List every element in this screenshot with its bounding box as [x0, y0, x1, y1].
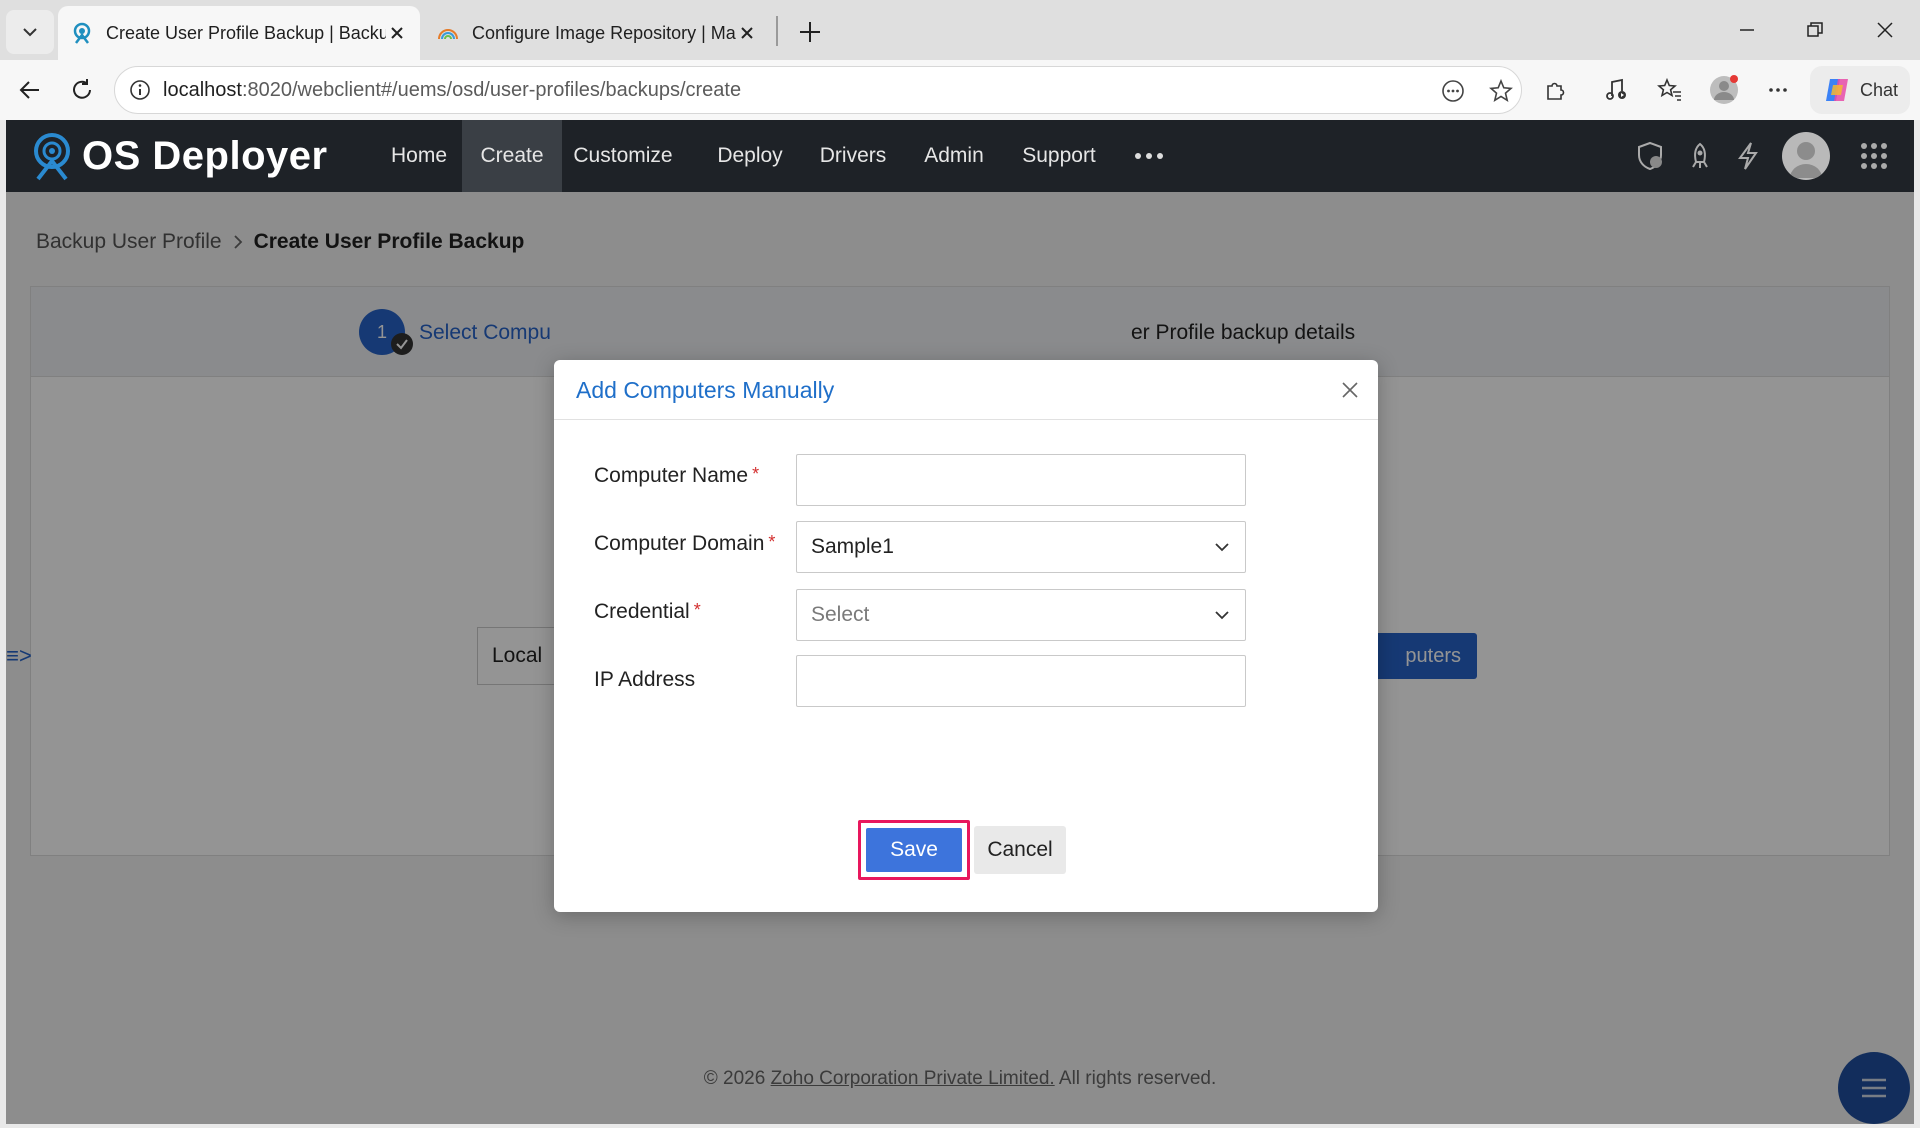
reload-icon	[73, 79, 91, 99]
tab-title: Configure Image Repository | Manage	[472, 22, 736, 43]
os-deployer-logo-icon	[34, 133, 70, 181]
ip-address-label: IP Address	[594, 668, 696, 691]
url-text: localhost:8020/webclient#/uems/osd/user-…	[163, 79, 741, 102]
site-info-icon[interactable]	[125, 75, 155, 105]
computer-name-label: Computer Name *	[594, 464, 759, 488]
ip-address-input[interactable]	[796, 655, 1246, 707]
plus-icon	[800, 22, 820, 42]
tab-actions-button[interactable]	[6, 10, 54, 54]
computer-domain-value: Sample1	[811, 535, 894, 558]
app-logo-text: OS Deployer	[82, 133, 328, 178]
browser-tab-bar: Create User Profile Backup | Backup Conf…	[0, 0, 1920, 60]
more-horizontal-icon	[1769, 88, 1787, 92]
nav-customize[interactable]: Customize	[568, 120, 678, 192]
url-path: :8020/webclient#/uems/osd/user-profiles/…	[241, 79, 742, 101]
profile-button[interactable]	[1704, 70, 1744, 110]
app-grid-icon[interactable]	[1854, 136, 1894, 176]
nav-admin[interactable]: Admin	[914, 120, 994, 192]
dialog-header: Add Computers Manually	[554, 360, 1378, 420]
chat-label: Chat	[1860, 79, 1899, 100]
required-marker: *	[768, 532, 776, 552]
back-button[interactable]	[10, 70, 50, 110]
arrow-left-icon	[19, 81, 39, 99]
copilot-chat-button[interactable]: Chat	[1810, 66, 1910, 114]
required-marker: *	[752, 464, 760, 484]
tab-close-icon[interactable]	[736, 22, 758, 44]
app-logo[interactable]: OS Deployer	[28, 130, 328, 182]
puzzle-icon	[1547, 82, 1565, 100]
cancel-button[interactable]: Cancel	[974, 826, 1066, 874]
os-deployer-favicon-icon	[73, 22, 91, 44]
music-note-icon	[1606, 78, 1626, 100]
credential-label: Credential *	[594, 600, 701, 624]
chevron-down-icon	[1215, 543, 1229, 552]
computer-domain-label: Computer Domain *	[594, 532, 775, 556]
computer-name-label-text: Computer Name	[594, 464, 749, 487]
new-tab-button[interactable]	[790, 12, 830, 52]
extensions-button[interactable]	[1536, 70, 1576, 110]
restore-window-button[interactable]	[1790, 8, 1840, 52]
close-icon	[1877, 22, 1893, 38]
lightning-icon[interactable]	[1728, 136, 1768, 176]
credential-label-text: Credential	[594, 600, 690, 623]
add-computers-dialog: Add Computers Manually Computer Name * Co…	[554, 360, 1378, 912]
profile-avatar-icon	[1710, 75, 1738, 104]
browser-tab-inactive[interactable]: Configure Image Repository | Manage	[424, 6, 770, 60]
settings-more-button[interactable]	[1758, 70, 1798, 110]
reload-button[interactable]	[62, 70, 102, 110]
rocket-icon[interactable]	[1680, 136, 1720, 176]
chevron-down-icon	[23, 28, 37, 37]
browser-tab-active[interactable]: Create User Profile Backup | Backup	[58, 6, 420, 60]
address-bar[interactable]: localhost:8020/webclient#/uems/osd/user-…	[114, 66, 1522, 114]
save-button[interactable]: Save	[866, 828, 962, 872]
favorite-star-icon[interactable]	[1485, 75, 1517, 107]
close-window-button[interactable]	[1860, 8, 1910, 52]
security-shield-icon[interactable]	[1630, 136, 1670, 176]
nav-more-icon[interactable]	[1124, 120, 1174, 192]
favorites-button[interactable]	[1650, 70, 1690, 110]
tab-close-icon[interactable]	[386, 22, 408, 44]
favorites-list-icon	[1657, 77, 1681, 101]
copilot-icon	[1826, 79, 1848, 101]
dialog-title: Add Computers Manually	[576, 377, 835, 403]
minimize-icon	[1740, 29, 1754, 31]
nav-support[interactable]: Support	[1014, 120, 1104, 192]
computer-domain-select[interactable]: Sample1	[796, 521, 1246, 573]
nav-deploy[interactable]: Deploy	[706, 120, 794, 192]
rainbow-favicon-icon	[438, 29, 458, 40]
browser-toolbar: localhost:8020/webclient#/uems/osd/user-…	[0, 60, 1920, 120]
media-control-button[interactable]	[1596, 70, 1636, 110]
nav-home[interactable]: Home	[376, 120, 462, 192]
nav-drivers[interactable]: Drivers	[812, 120, 894, 192]
restore-icon	[1807, 22, 1823, 37]
required-marker: *	[693, 600, 701, 620]
credential-select[interactable]: Select	[796, 589, 1246, 641]
credential-placeholder: Select	[811, 603, 870, 626]
url-host: localhost	[163, 79, 242, 101]
minimize-window-button[interactable]	[1722, 8, 1772, 52]
user-avatar[interactable]	[1782, 132, 1830, 180]
computer-domain-label-text: Computer Domain	[594, 532, 765, 555]
chevron-down-icon	[1215, 611, 1229, 620]
computer-name-input[interactable]	[796, 454, 1246, 506]
close-icon[interactable]	[1336, 376, 1364, 404]
nav-create[interactable]: Create	[462, 120, 562, 192]
read-aloud-icon[interactable]	[1437, 75, 1469, 107]
app-navbar: OS Deployer Home Create Customize Deploy…	[6, 120, 1914, 192]
tab-separator	[776, 16, 778, 46]
web-page: OS Deployer Home Create Customize Deploy…	[6, 120, 1914, 1124]
tab-title: Create User Profile Backup | Backup	[106, 22, 386, 43]
